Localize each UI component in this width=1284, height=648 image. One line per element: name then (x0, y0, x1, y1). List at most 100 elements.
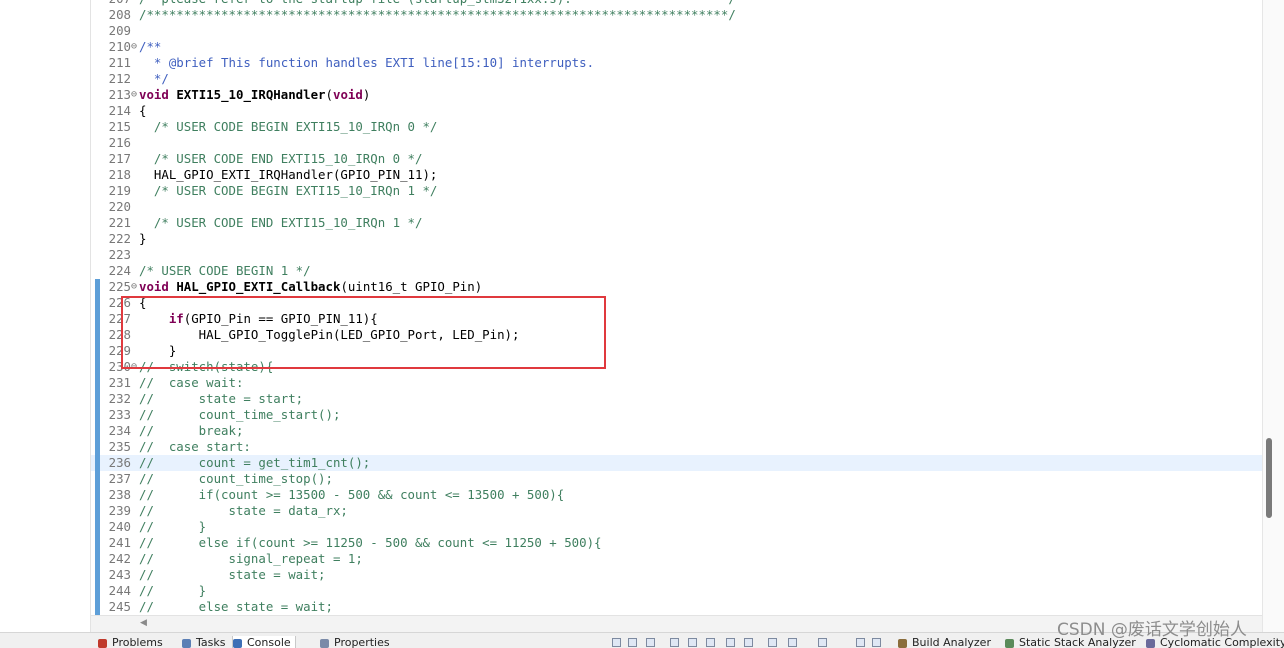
vertical-scrollbar-thumb[interactable] (1266, 438, 1272, 518)
change-marker (95, 311, 100, 327)
line-number: 209 (108, 23, 131, 38)
line-number: 230 (108, 359, 131, 374)
code-line[interactable]: 224 /* USER CODE BEGIN 1 */ (91, 263, 1262, 279)
code-text: // } (139, 583, 207, 598)
left-margin (0, 0, 90, 632)
watermark: CSDN @废话文学创始人 (1057, 620, 1247, 640)
line-number: 223 (108, 247, 131, 262)
vertical-scrollbar[interactable] (1262, 0, 1284, 632)
code-text: // state = data_rx; (139, 503, 348, 518)
code-line[interactable]: 227 if(GPIO_Pin == GPIO_PIN_11){ (91, 311, 1262, 327)
fold-toggle-icon[interactable]: ⊖ (131, 279, 139, 295)
line-number: 225 (108, 279, 131, 294)
word-wrap-icon[interactable] (706, 638, 715, 647)
fold-toggle-icon[interactable]: ⊖ (131, 359, 139, 375)
code-line[interactable]: 219 /* USER CODE BEGIN EXTI15_10_IRQn 1 … (91, 183, 1262, 199)
remove-launch-icon[interactable] (612, 638, 621, 647)
line-number: 219 (108, 183, 131, 198)
code-line[interactable]: 239 // state = data_rx; (91, 503, 1262, 519)
code-line[interactable]: 231 // case wait: (91, 375, 1262, 391)
line-number: 215 (108, 119, 131, 134)
change-marker (95, 567, 100, 583)
code-line[interactable]: 209 (91, 23, 1262, 39)
clear-console-icon[interactable] (670, 638, 679, 647)
tab-label: Build Analyzer (912, 636, 991, 648)
code-line[interactable]: 218 HAL_GPIO_EXTI_IRQHandler(GPIO_PIN_11… (91, 167, 1262, 183)
line-number: 216 (108, 135, 131, 150)
tab-label: Problems (112, 636, 163, 648)
code-line[interactable]: 212 */ (91, 71, 1262, 87)
code-line[interactable]: 240 // } (91, 519, 1262, 535)
remove-all-icon[interactable] (628, 638, 637, 647)
code-line[interactable]: 242 // signal_repeat = 1; (91, 551, 1262, 567)
change-marker (95, 407, 100, 423)
change-marker (95, 359, 100, 375)
show-on-output-icon[interactable] (726, 638, 735, 647)
code-line[interactable]: 208 /************************************… (91, 7, 1262, 23)
line-number: 245 (108, 599, 131, 614)
code-line[interactable]: 213 ⊖ void EXTI15_10_IRQHandler(void) (91, 87, 1262, 103)
scroll-lock-icon[interactable] (688, 638, 697, 647)
code-text: if(GPIO_Pin == GPIO_PIN_11){ (168, 311, 378, 326)
code-line[interactable]: 214 { (91, 103, 1262, 119)
line-number: 211 (108, 55, 131, 70)
code-line[interactable]: 210 ⊖/** (91, 39, 1262, 55)
code-line[interactable]: 217 /* USER CODE END EXTI15_10_IRQn 0 */ (91, 151, 1262, 167)
tab-build-analyzer[interactable]: Build Analyzer (898, 636, 991, 648)
code-text: /* USER CODE END EXTI15_10_IRQn 0 */ (153, 151, 423, 166)
line-number: 207 (105, 0, 131, 7)
fold-toggle-icon[interactable]: ⊖ (131, 87, 139, 103)
tab-problems[interactable]: Problems (98, 636, 163, 648)
code-text: // break; (139, 423, 244, 438)
code-text: // count_time_stop(); (139, 471, 333, 486)
code-line[interactable]: 215 /* USER CODE BEGIN EXTI15_10_IRQn 0 … (91, 119, 1262, 135)
code-line[interactable]: 241 // else if(count >= 11250 - 500 && co… (91, 535, 1262, 551)
code-line[interactable]: 226 { (91, 295, 1262, 311)
code-line[interactable]: 232 // state = start; (91, 391, 1262, 407)
code-line[interactable]: 238 // if(count >= 13500 - 500 && count <… (91, 487, 1262, 503)
code-line[interactable]: 234 // break; (91, 423, 1262, 439)
code-line[interactable]: 237 // count_time_stop(); (91, 471, 1262, 487)
code-line[interactable]: 216 (91, 135, 1262, 151)
code-line[interactable]: 245 // else state = wait; (91, 599, 1262, 615)
tab-console[interactable]: Console (232, 636, 296, 648)
code-line[interactable]: 233 // count_time_start(); (91, 407, 1262, 423)
minimize-icon[interactable] (856, 638, 865, 647)
display-console-icon[interactable] (788, 638, 797, 647)
code-line[interactable]: 244 // } (91, 583, 1262, 599)
code-line[interactable]: 243 // state = wait; (91, 567, 1262, 583)
code-line[interactable]: 223 (91, 247, 1262, 263)
code-line[interactable]: 221 /* USER CODE END EXTI15_10_IRQn 1 */ (91, 215, 1262, 231)
code-text: // else state = wait; (139, 599, 333, 614)
code-line[interactable]: 236 // count = get_tim1_cnt(); (91, 455, 1262, 471)
change-marker (95, 551, 100, 567)
maximize-icon[interactable] (872, 638, 881, 647)
code-line[interactable]: 211 * @brief This function handles EXTI … (91, 55, 1262, 71)
code-text: { (139, 295, 147, 310)
code-line[interactable]: 207 /* please refer to the startup file (… (91, 0, 1262, 7)
code-line[interactable]: 225 ⊖ void HAL_GPIO_EXTI_Callback(uint16_t… (91, 279, 1262, 295)
line-number: 239 (108, 503, 131, 518)
terminate-icon[interactable] (646, 638, 655, 647)
code-line[interactable]: 222} (91, 231, 1262, 247)
line-number: 228 (108, 327, 131, 342)
code-editor[interactable]: 207 /* please refer to the startup file (… (91, 0, 1262, 615)
code-line[interactable]: 228 HAL_GPIO_TogglePin(LED_GPIO_Port, LE… (91, 327, 1262, 343)
fold-toggle-icon[interactable]: ⊖ (131, 39, 139, 55)
open-console-icon[interactable] (818, 638, 827, 647)
code-line[interactable]: 235 // case start: (91, 439, 1262, 455)
tab-label: Console (247, 636, 291, 648)
show-on-error-icon[interactable] (744, 638, 753, 647)
code-text: /* USER CODE BEGIN EXTI15_10_IRQn 0 */ (153, 119, 438, 134)
code-line[interactable]: 230 ⊖// switch(state){ (91, 359, 1262, 375)
pin-console-icon[interactable] (768, 638, 777, 647)
code-line[interactable]: 229 } (91, 343, 1262, 359)
tab-tasks[interactable]: Tasks (182, 636, 225, 648)
code-line[interactable]: 220 (91, 199, 1262, 215)
scroll-left-arrow-icon[interactable]: ◀ (140, 615, 152, 632)
line-number: 226 (108, 295, 131, 310)
change-marker (95, 327, 100, 343)
code-text: */ (139, 71, 169, 86)
line-number: 221 (108, 215, 131, 230)
tab-properties[interactable]: Properties (320, 636, 390, 648)
